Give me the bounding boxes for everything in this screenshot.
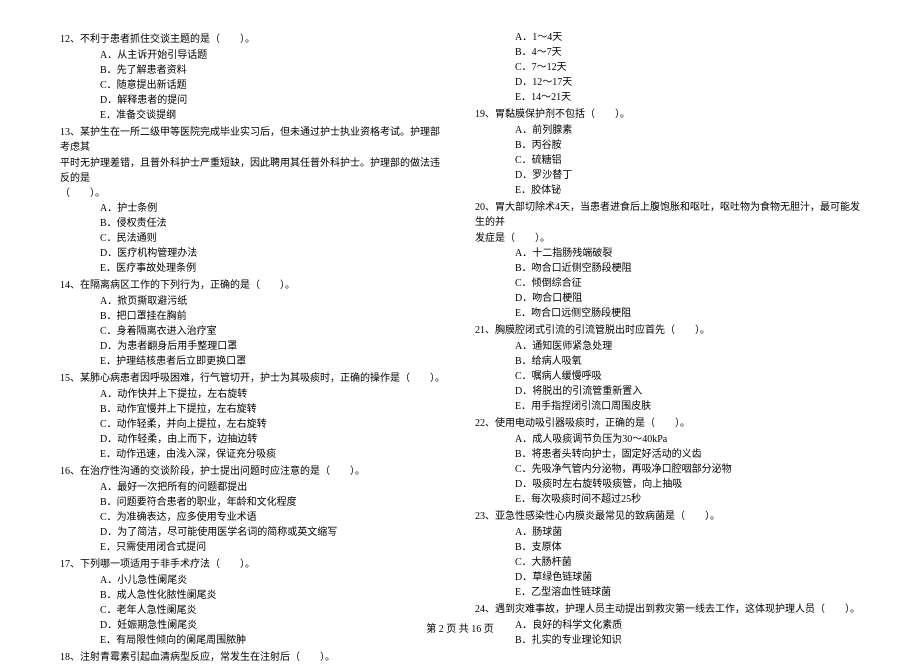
q22-option-a: A．成人吸痰调节负压为30～40kPa bbox=[475, 432, 860, 447]
q18-option-d: D．12～17天 bbox=[475, 75, 860, 90]
q17-option-b: B．成人急性化脓性阑尾炎 bbox=[60, 588, 445, 603]
q20-option-c: C．倾倒综合征 bbox=[475, 276, 860, 291]
q20-option-a: A．十二指肠残端破裂 bbox=[475, 246, 860, 261]
q23-option-e: E．乙型溶血性链球菌 bbox=[475, 585, 860, 600]
q24-option-b: B．扎实的专业理论知识 bbox=[475, 633, 860, 648]
q22-option-d: D．吸痰时左右旋转吸痰管，向上抽吸 bbox=[475, 477, 860, 492]
q22-option-b: B．将患者头转向护士，固定好活动的义齿 bbox=[475, 447, 860, 462]
q15-option-d: D．动作轻柔，由上而下，边抽边转 bbox=[60, 432, 445, 447]
q15-option-c: C．动作轻柔，并向上提拉，左右旋转 bbox=[60, 417, 445, 432]
q22-stem: 22、使用电动吸引器吸痰时，正确的是（ ）。 bbox=[475, 416, 860, 431]
q15-option-b: B．动作宜慢并上下提拉，左右旋转 bbox=[60, 402, 445, 417]
q12-stem: 12、不利于患者抓住交谈主题的是（ ）。 bbox=[60, 32, 445, 47]
q14-option-e: E．护理结核患者后立即更换口罩 bbox=[60, 354, 445, 369]
q22-option-e: E．每次吸痰时间不超过25秒 bbox=[475, 492, 860, 507]
q24-stem: 24、遇到灾难事故，护理人员主动提出到救灾第一线去工作，这体现护理人员（ ）。 bbox=[475, 602, 860, 617]
q20-option-e: E．吻合口远侧空肠段梗阻 bbox=[475, 306, 860, 321]
q18-stem: 18、注射青霉素引起血清病型反应，常发生在注射后（ ）。 bbox=[60, 650, 445, 665]
q15-stem: 15、某肺心病患者因呼吸困难，行气管切开，护士为其吸痰时，正确的操作是（ ）。 bbox=[60, 371, 445, 386]
q13-option-c: C．民法通则 bbox=[60, 231, 445, 246]
q14-option-d: D．为患者翻身后用手整理口罩 bbox=[60, 339, 445, 354]
q23-stem: 23、亚急性感染性心内膜炎最常见的致病菌是（ ）。 bbox=[475, 509, 860, 524]
q13-stem-line3: （ ）。 bbox=[60, 186, 445, 201]
q12-option-a: A．从主诉开始引导话题 bbox=[60, 48, 445, 63]
q16-option-d: D．为了简洁，尽可能使用医学名词的简称或英文缩写 bbox=[60, 525, 445, 540]
q16-option-a: A．最好一次把所有的问题都提出 bbox=[60, 480, 445, 495]
q23-option-c: C．大肠杆菌 bbox=[475, 555, 860, 570]
q19-option-c: C．硫糖铝 bbox=[475, 153, 860, 168]
q16-option-c: C．为准确表达，应多使用专业术语 bbox=[60, 510, 445, 525]
q13-option-d: D．医疗机构管理办法 bbox=[60, 246, 445, 261]
q16-stem: 16、在治疗性沟通的交谈阶段，护士提出问题时应注意的是（ ）。 bbox=[60, 464, 445, 479]
q19-option-a: A．前列腺素 bbox=[475, 123, 860, 138]
q20-option-b: B．吻合口近侧空肠段梗阻 bbox=[475, 261, 860, 276]
q12-option-c: C．随意提出新话题 bbox=[60, 78, 445, 93]
q23-option-d: D．草绿色链球菌 bbox=[475, 570, 860, 585]
q14-option-b: B．把口罩挂在胸前 bbox=[60, 309, 445, 324]
q14-option-c: C．身着隔离衣进入治疗室 bbox=[60, 324, 445, 339]
q15-option-e: E．动作迅速，由浅入深，保证充分吸痰 bbox=[60, 447, 445, 462]
q19-option-b: B．丙谷胺 bbox=[475, 138, 860, 153]
q21-option-c: C．嘱病人缓慢呼吸 bbox=[475, 369, 860, 384]
q23-option-a: A．肠球菌 bbox=[475, 525, 860, 540]
q21-option-e: E．用手指捏闭引流口周围皮肤 bbox=[475, 399, 860, 414]
q19-option-e: E．胶体铋 bbox=[475, 183, 860, 198]
q21-stem: 21、胸膜腔闭式引流的引流管脱出时应首先（ ）。 bbox=[475, 323, 860, 338]
q12-option-e: E．准备交谈提纲 bbox=[60, 108, 445, 123]
q17-stem: 17、下列哪一项适用于非手术疗法（ ）。 bbox=[60, 557, 445, 572]
q22-option-c: C．先吸净气管内分泌物，再吸净口腔咽部分泌物 bbox=[475, 462, 860, 477]
q19-option-d: D．罗沙替丁 bbox=[475, 168, 860, 183]
q13-stem-line1: 13、某护生在一所二级甲等医院完成毕业实习后，但未通过护士执业资格考试。护理部考… bbox=[60, 125, 445, 155]
q23-option-b: B．支原体 bbox=[475, 540, 860, 555]
q15-option-a: A．动作快并上下提拉，左右旋转 bbox=[60, 387, 445, 402]
q18-option-a: A．1～4天 bbox=[475, 30, 860, 45]
q12-option-d: D．解释患者的提问 bbox=[60, 93, 445, 108]
q13-stem-line2: 平时无护理差错，且普外科护士严重短缺，因此聘用其任普外科护士。护理部的做法违反的… bbox=[60, 156, 445, 186]
q20-stem-line2: 发症是（ ）。 bbox=[475, 231, 860, 246]
left-column: 12、不利于患者抓住交谈主题的是（ ）。 A．从主诉开始引导话题 B．先了解患者… bbox=[60, 30, 445, 666]
q21-option-d: D．将脱出的引流管重新置入 bbox=[475, 384, 860, 399]
q14-stem: 14、在隔离病区工作的下列行为，正确的是（ ）。 bbox=[60, 278, 445, 293]
q18-option-b: B．4～7天 bbox=[475, 45, 860, 60]
right-column: A．1～4天 B．4～7天 C．7～12天 D．12～17天 E．14～21天 … bbox=[475, 30, 860, 666]
q14-option-a: A．掀页撕取避污纸 bbox=[60, 294, 445, 309]
q20-option-d: D．吻合口梗阻 bbox=[475, 291, 860, 306]
q13-option-e: E．医疗事故处理条例 bbox=[60, 261, 445, 276]
q13-option-a: A．护士条例 bbox=[60, 201, 445, 216]
q16-option-e: E．只需使用闭合式提问 bbox=[60, 540, 445, 555]
page-footer: 第 2 页 共 16 页 bbox=[0, 620, 920, 635]
q21-option-a: A．通知医师紧急处理 bbox=[475, 339, 860, 354]
q21-option-b: B．给病人吸氧 bbox=[475, 354, 860, 369]
q19-stem: 19、胃黏膜保护剂不包括（ ）。 bbox=[475, 107, 860, 122]
q18-option-e: E．14～21天 bbox=[475, 90, 860, 105]
q17-option-e: E．有局限性倾向的阑尾周围脓肿 bbox=[60, 633, 445, 648]
q18-option-c: C．7～12天 bbox=[475, 60, 860, 75]
q17-option-c: C．老年人急性阑尾炎 bbox=[60, 603, 445, 618]
q17-option-a: A．小儿急性阑尾炎 bbox=[60, 573, 445, 588]
q12-option-b: B．先了解患者资料 bbox=[60, 63, 445, 78]
q16-option-b: B．问题要符合患者的职业，年龄和文化程度 bbox=[60, 495, 445, 510]
q13-option-b: B．侵权责任法 bbox=[60, 216, 445, 231]
q20-stem-line1: 20、胃大部切除术4天，当患者进食后上腹饱胀和呕吐，呕吐物为食物无胆汁，最可能发… bbox=[475, 200, 860, 230]
